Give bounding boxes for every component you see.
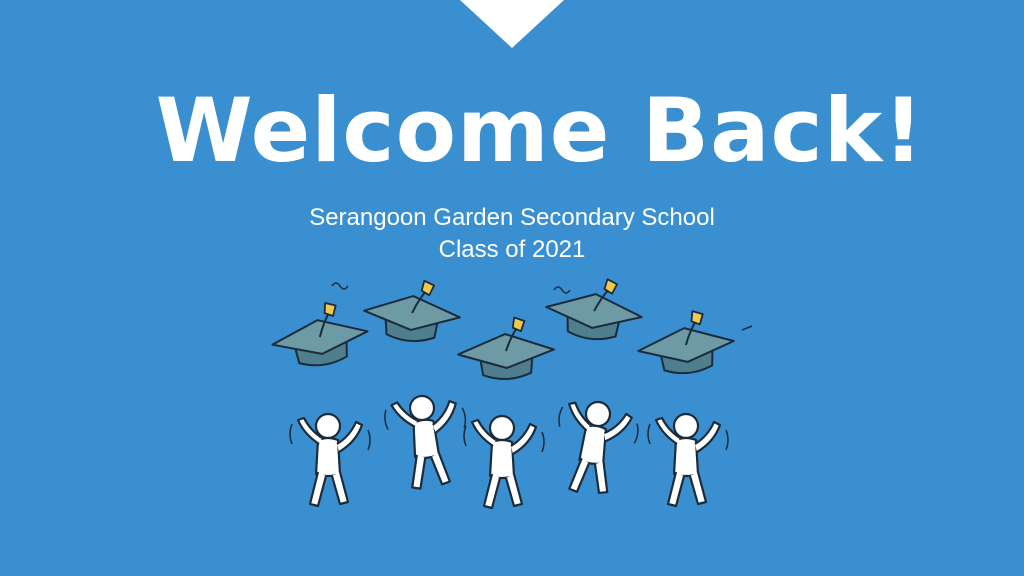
graduation-cap-icon: [455, 314, 557, 383]
celebrating-person-icon: [288, 412, 372, 508]
celebrating-person-icon: [462, 414, 546, 510]
celebrating-person-icon: [548, 395, 643, 501]
graduation-cap-icon: [361, 275, 464, 346]
slide-title: Welcome Back!: [155, 79, 925, 182]
slide-subtitle: Serangoon Garden Secondary School Class …: [0, 202, 1024, 266]
class-year: Class of 2021: [438, 236, 586, 263]
graduation-cap-icon: [266, 296, 373, 373]
school-name: Serangoon Garden Secondary School: [309, 204, 715, 231]
celebrating-person-icon: [646, 412, 730, 508]
graduates-celebration-icon: [266, 272, 753, 510]
graduation-cap-icon: [633, 306, 738, 379]
down-arrow-notch-icon: [460, 0, 564, 48]
celebrating-person-icon: [381, 390, 474, 493]
slide: Welcome Back! Serangoon Garden Secondary…: [0, 0, 1024, 576]
graduation-cap-icon: [542, 272, 647, 345]
